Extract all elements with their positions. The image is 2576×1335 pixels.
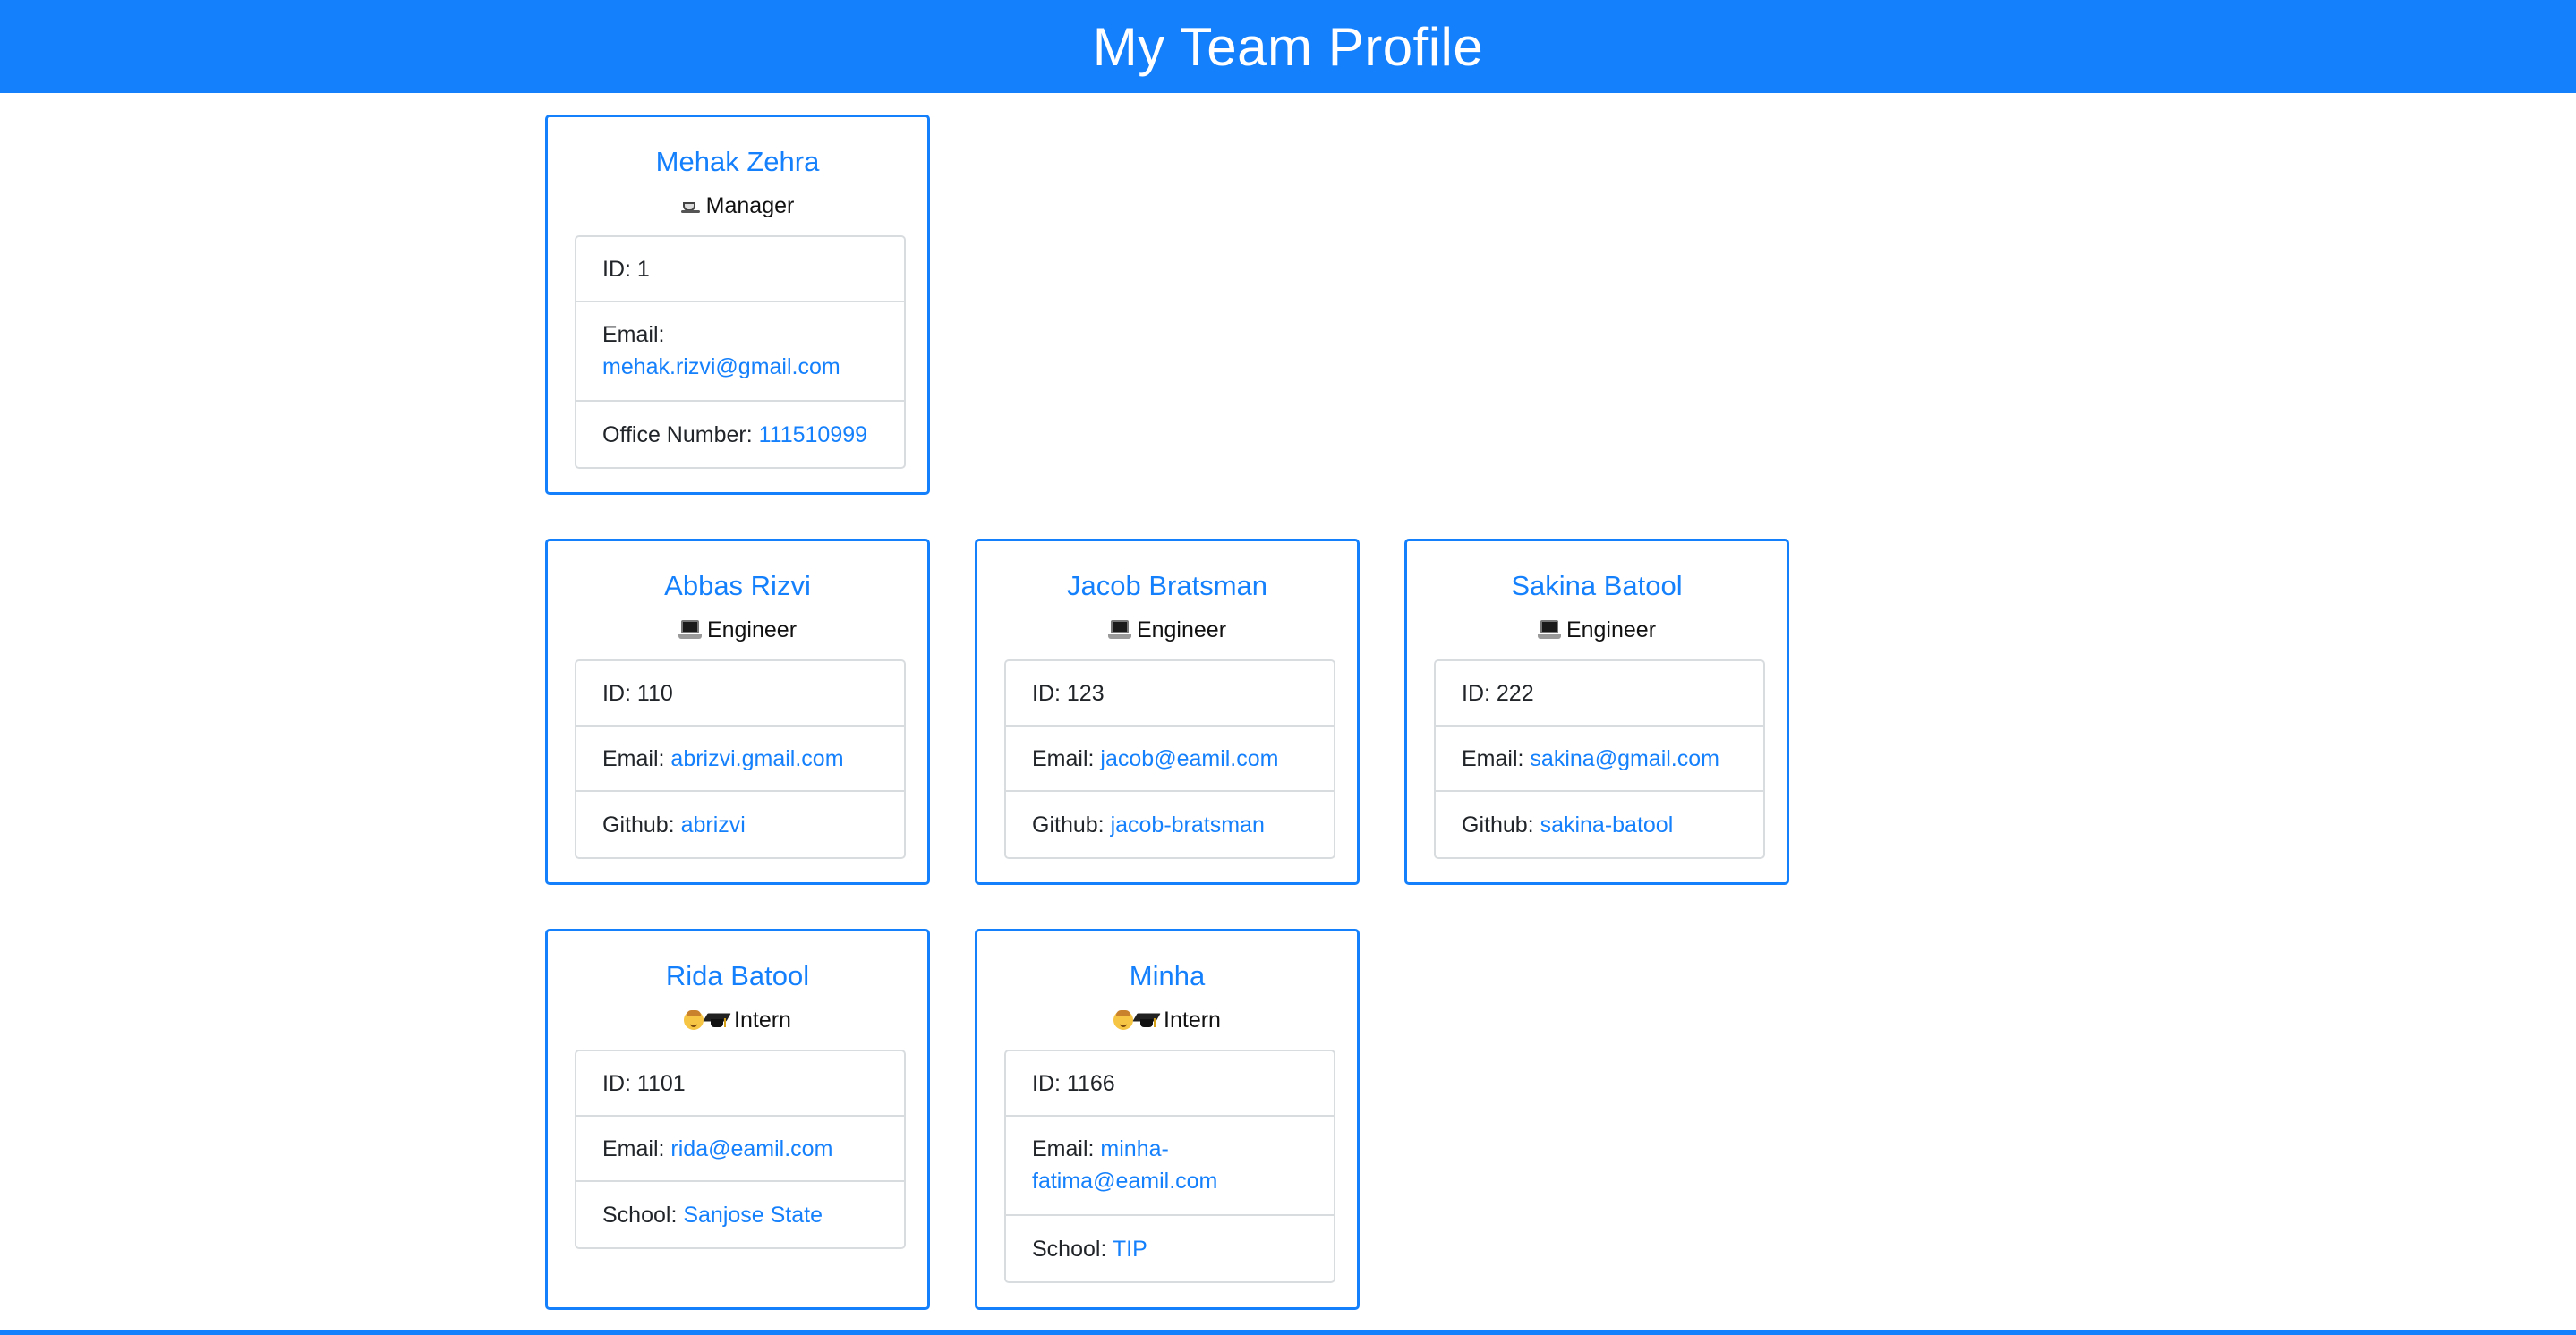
school-row: School: TIP bbox=[1006, 1216, 1334, 1281]
github-label: Github: bbox=[1462, 812, 1534, 838]
id-row: ID: 123 bbox=[1006, 661, 1334, 727]
email-row: Email: abrizvi.gmail.com bbox=[576, 727, 904, 792]
office-number-row: Office Number: 111510999 bbox=[576, 402, 904, 467]
laptop-icon bbox=[1537, 620, 1561, 640]
school-row: School: Sanjose State bbox=[576, 1182, 904, 1247]
id-row: ID: 110 bbox=[576, 661, 904, 727]
email-label: Email: bbox=[602, 1135, 665, 1161]
email-label: Email: bbox=[1462, 745, 1524, 771]
student-face-icon bbox=[684, 1010, 704, 1030]
id-value: 1 bbox=[636, 256, 650, 282]
github-label: Github: bbox=[602, 812, 675, 838]
employee-name: Mehak Zehra bbox=[655, 146, 820, 177]
role-label: Engineer bbox=[1565, 617, 1657, 642]
role-label: Intern bbox=[1164, 1008, 1221, 1033]
info-list: ID: 123 Email: jacob@eamil.com Github: j… bbox=[1004, 659, 1335, 859]
id-row: ID: 1 bbox=[576, 237, 904, 302]
info-list: ID: 1166 Email: minha- fatima@eamil.com … bbox=[1004, 1050, 1335, 1283]
laptop-icon bbox=[1107, 620, 1131, 640]
github-link[interactable]: jacob-bratsman bbox=[1111, 812, 1265, 838]
id-label: ID: bbox=[602, 1070, 631, 1096]
id-label: ID: bbox=[602, 256, 631, 282]
student-face-icon bbox=[1113, 1010, 1134, 1030]
email-link-line2[interactable]: fatima@eamil.com bbox=[1032, 1169, 1217, 1194]
employee-card-engineer: Jacob Bratsman Engineer ID: 123 Email: j… bbox=[975, 539, 1360, 885]
email-row: Email: mehak.rizvi@gmail.com bbox=[576, 302, 904, 402]
employee-card-manager: Mehak Zehra Manager ID: 1 Email: mehak.r… bbox=[545, 115, 930, 495]
id-value: 123 bbox=[1066, 680, 1105, 706]
coffee-cup-icon bbox=[680, 199, 701, 213]
email-link[interactable]: abrizvi.gmail.com bbox=[670, 746, 843, 771]
id-row: ID: 1166 bbox=[1006, 1051, 1334, 1117]
email-row: Email: sakina@gmail.com bbox=[1436, 727, 1763, 792]
role-label: Manager bbox=[705, 193, 795, 218]
id-label: ID: bbox=[602, 680, 631, 706]
github-link[interactable]: abrizvi bbox=[681, 812, 746, 838]
employee-name: Jacob Bratsman bbox=[1067, 570, 1267, 601]
email-link-line1[interactable]: minha- bbox=[1100, 1136, 1168, 1161]
id-label: ID: bbox=[1032, 680, 1061, 706]
employee-role: Engineer bbox=[548, 615, 927, 645]
employee-name: Rida Batool bbox=[665, 960, 810, 991]
email-link[interactable]: jacob@eamil.com bbox=[1100, 746, 1278, 771]
school-label: School: bbox=[602, 1202, 678, 1228]
employee-role: Manager bbox=[548, 191, 927, 221]
id-value: 1166 bbox=[1066, 1070, 1115, 1096]
employee-role: Intern bbox=[977, 1005, 1357, 1035]
employee-card-engineer: Abbas Rizvi Engineer ID: 110 Email: abri… bbox=[545, 539, 930, 885]
employee-name: Sakina Batool bbox=[1511, 570, 1683, 601]
laptop-icon bbox=[678, 620, 702, 640]
role-label: Intern bbox=[734, 1008, 791, 1033]
email-row: Email: rida@eamil.com bbox=[576, 1117, 904, 1182]
footer-rule bbox=[0, 1330, 2576, 1335]
email-link[interactable]: sakina@gmail.com bbox=[1530, 746, 1719, 771]
school-link[interactable]: TIP bbox=[1113, 1237, 1147, 1262]
graduation-cap-icon bbox=[703, 1011, 731, 1029]
student-graduation-icon bbox=[684, 1010, 731, 1030]
info-list: ID: 222 Email: sakina@gmail.com Github: … bbox=[1434, 659, 1765, 859]
employee-role: Engineer bbox=[977, 615, 1357, 645]
page-header: My Team Profile bbox=[0, 0, 2576, 93]
id-row: ID: 222 bbox=[1436, 661, 1763, 727]
employee-card-intern: Rida Batool Intern ID: 1101 Email: rida@… bbox=[545, 929, 930, 1310]
id-value: 110 bbox=[636, 680, 673, 706]
id-row: ID: 1101 bbox=[576, 1051, 904, 1117]
email-label: Email: bbox=[602, 322, 665, 347]
employee-card-intern: Minha Intern ID: 1166 Email: minha- fati… bbox=[975, 929, 1360, 1310]
email-row: Email: minha- fatima@eamil.com bbox=[1006, 1117, 1334, 1216]
email-label: Email: bbox=[1032, 745, 1095, 771]
info-list: ID: 1 Email: mehak.rizvi@gmail.com Offic… bbox=[575, 235, 906, 469]
school-link[interactable]: Sanjose State bbox=[683, 1203, 823, 1228]
id-label: ID: bbox=[1032, 1070, 1061, 1096]
graduation-cap-icon bbox=[1132, 1011, 1161, 1029]
role-label: Engineer bbox=[1136, 617, 1227, 642]
email-link[interactable]: mehak.rizvi@gmail.com bbox=[602, 354, 840, 379]
email-label: Email: bbox=[1032, 1136, 1095, 1161]
school-label: School: bbox=[1032, 1236, 1107, 1262]
github-row: Github: jacob-bratsman bbox=[1006, 792, 1334, 857]
employee-name: Abbas Rizvi bbox=[664, 570, 811, 601]
id-value: 222 bbox=[1496, 680, 1534, 706]
info-list: ID: 1101 Email: rida@eamil.com School: S… bbox=[575, 1050, 906, 1249]
id-value: 1101 bbox=[636, 1070, 686, 1096]
github-row: Github: sakina-batool bbox=[1436, 792, 1763, 857]
office-number-link[interactable]: 111510999 bbox=[759, 422, 867, 447]
github-label: Github: bbox=[1032, 812, 1105, 838]
email-label: Email: bbox=[602, 745, 665, 771]
page-title: My Team Profile bbox=[1092, 16, 1484, 77]
employee-name: Minha bbox=[1129, 960, 1206, 991]
employee-role: Engineer bbox=[1407, 615, 1787, 645]
employee-card-engineer: Sakina Batool Engineer ID: 222 Email: sa… bbox=[1404, 539, 1789, 885]
id-label: ID: bbox=[1462, 680, 1490, 706]
info-list: ID: 110 Email: abrizvi.gmail.com Github:… bbox=[575, 659, 906, 859]
employee-role: Intern bbox=[548, 1005, 927, 1035]
github-row: Github: abrizvi bbox=[576, 792, 904, 857]
office-number-label: Office Number: bbox=[602, 421, 753, 447]
github-link[interactable]: sakina-batool bbox=[1540, 812, 1674, 838]
student-graduation-icon bbox=[1113, 1010, 1161, 1030]
email-link[interactable]: rida@eamil.com bbox=[670, 1136, 832, 1161]
role-label: Engineer bbox=[706, 617, 798, 642]
email-row: Email: jacob@eamil.com bbox=[1006, 727, 1334, 792]
